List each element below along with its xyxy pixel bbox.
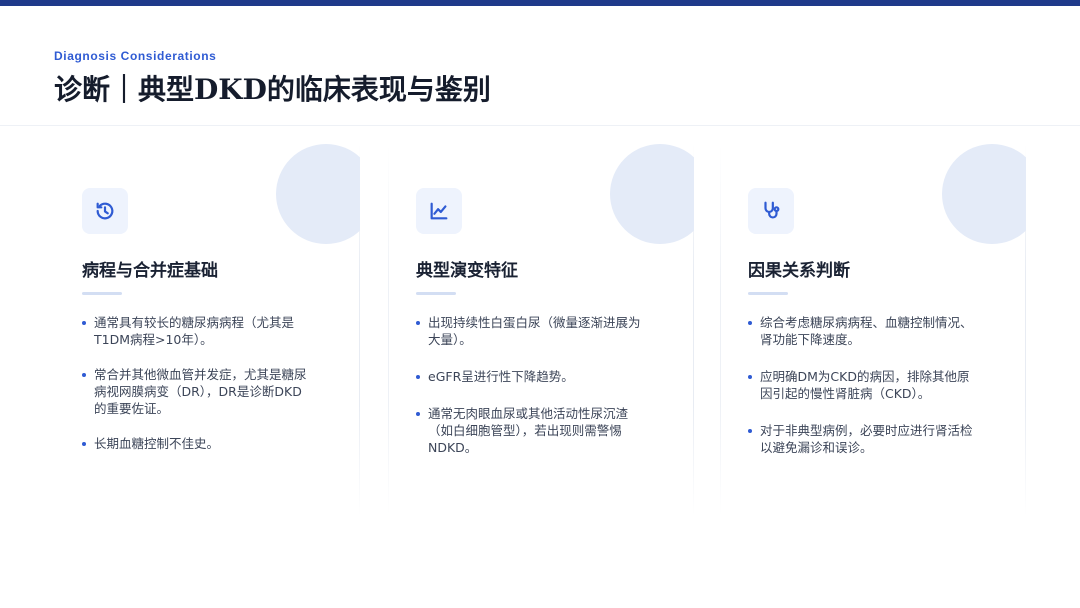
decorative-circle	[276, 144, 360, 244]
card-divider	[720, 144, 721, 516]
title-underline	[748, 292, 788, 295]
line-chart-icon-box	[416, 188, 462, 234]
list-item: eGFR呈进行性下降趋势。	[416, 368, 648, 385]
page-title: 诊断｜典型DKD的临床表现与鉴别	[54, 73, 491, 106]
bullet-list: 通常具有较长的糖尿病病程（尤其是T1DM病程>10年）。 常合并其他微血管并发症…	[82, 314, 314, 470]
list-item: 常合并其他微血管并发症，尤其是糖尿病视网膜病变（DR），DR是诊断DKD的重要佐…	[82, 366, 314, 417]
stethoscope-icon	[764, 201, 780, 219]
title-underline	[82, 292, 122, 295]
list-item: 长期血糖控制不佳史。	[82, 435, 314, 452]
list-item: 出现持续性白蛋白尿（微量逐渐进展为大量）。	[416, 314, 648, 348]
list-item: 应明确DM为CKD的病因，排除其他原因引起的慢性肾脏病（CKD）。	[748, 368, 980, 402]
bullet-list: 综合考虑糖尿病病程、血糖控制情况、肾功能下降速度。 应明确DM为CKD的病因，排…	[748, 314, 980, 476]
history-icon	[96, 202, 114, 220]
card-title: 病程与合并症基础	[82, 261, 218, 281]
card-title: 典型演变特征	[416, 261, 518, 281]
card-typical-evolution: 典型演变特征 出现持续性白蛋白尿（微量逐渐进展为大量）。 eGFR呈进行性下降趋…	[388, 144, 694, 516]
list-item: 对于非典型病例，必要时应进行肾活检以避免漏诊和误诊。	[748, 422, 980, 456]
card-course-comorbidity: 病程与合并症基础 通常具有较长的糖尿病病程（尤其是T1DM病程>10年）。 常合…	[54, 144, 360, 516]
decorative-circle	[942, 144, 1026, 244]
list-item: 通常无肉眼血尿或其他活动性尿沉渣（如白细胞管型），若出现则需警惕NDKD。	[416, 405, 648, 456]
history-icon-box	[82, 188, 128, 234]
bullet-list: 出现持续性白蛋白尿（微量逐渐进展为大量）。 eGFR呈进行性下降趋势。 通常无肉…	[416, 314, 648, 476]
card-title: 因果关系判断	[748, 261, 850, 281]
card-causality-judgment: 因果关系判断 综合考虑糖尿病病程、血糖控制情况、肾功能下降速度。 应明确DM为C…	[720, 144, 1026, 516]
page-header: Diagnosis Considerations 诊断｜典型DKD的临床表现与鉴…	[0, 6, 1080, 126]
card-divider	[388, 144, 389, 516]
line-chart-icon	[430, 202, 448, 220]
list-item: 通常具有较长的糖尿病病程（尤其是T1DM病程>10年）。	[82, 314, 314, 348]
page-subtitle: Diagnosis Considerations	[54, 49, 217, 63]
title-underline	[416, 292, 456, 295]
list-item: 综合考虑糖尿病病程、血糖控制情况、肾功能下降速度。	[748, 314, 980, 348]
stethoscope-icon-box	[748, 188, 794, 234]
decorative-circle	[610, 144, 694, 244]
